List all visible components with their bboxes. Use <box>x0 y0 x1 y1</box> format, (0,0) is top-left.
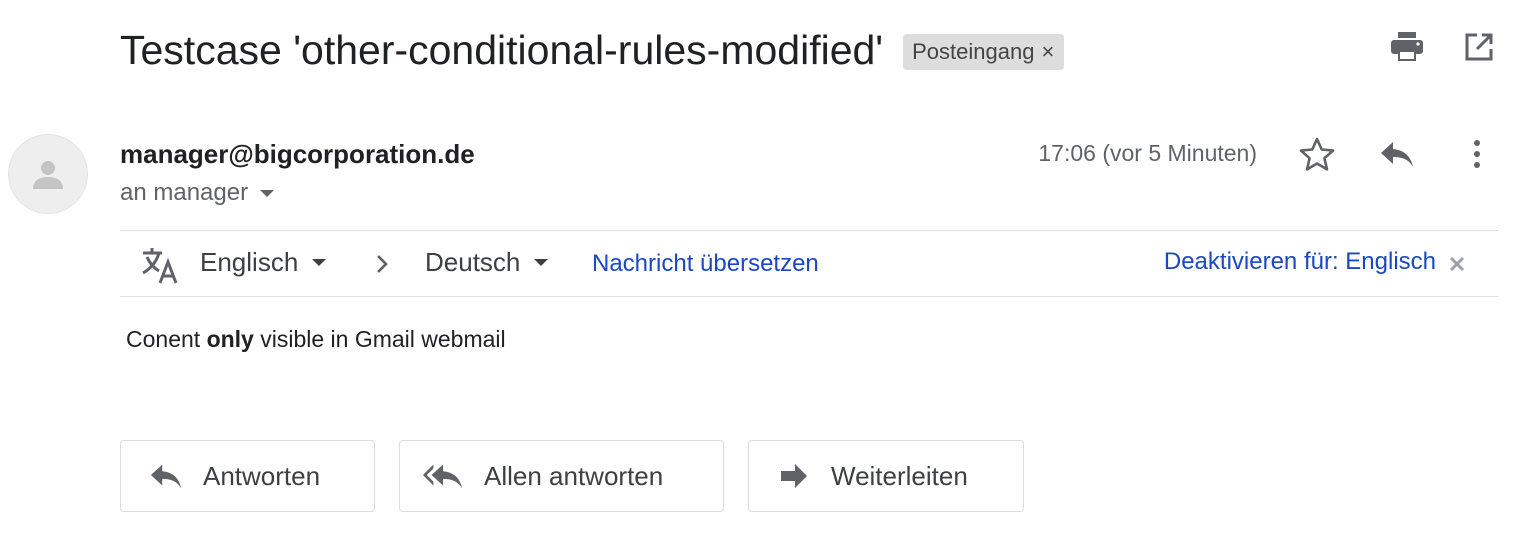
more-vert-icon[interactable] <box>1454 134 1500 174</box>
disable-translation-link[interactable]: Deaktivieren für: Englisch <box>1164 248 1436 276</box>
reply-icon[interactable] <box>1374 134 1420 174</box>
source-language-label: Englisch <box>200 247 299 277</box>
chevron-down-icon <box>312 259 327 266</box>
reply-button-label: Antworten <box>203 460 321 491</box>
sender-address: manager@bigcorporation.de <box>120 139 475 169</box>
inbox-label-chip[interactable]: Posteingang × <box>903 34 1065 70</box>
email-subject: Testcase 'other-conditional-rules-modifi… <box>120 26 884 73</box>
reply-all-button-label: Allen antworten <box>484 460 664 491</box>
star-icon[interactable] <box>1294 134 1340 174</box>
recipient-line: an manager <box>120 179 275 207</box>
subject-row: Testcase 'other-conditional-rules-modifi… <box>120 24 1065 76</box>
avatar <box>8 134 88 214</box>
forward-icon <box>777 459 811 493</box>
message-body: Conent only visible in Gmail webmail <box>126 326 506 353</box>
reply-all-button[interactable]: Allen antworten <box>399 440 724 512</box>
forward-button-label: Weiterleiten <box>831 460 968 491</box>
body-text-end: visible in Gmail webmail <box>253 326 506 352</box>
translation-bar: Englisch Deutsch Nachricht übersetzen De… <box>120 230 1498 297</box>
target-language-select[interactable]: Deutsch <box>425 247 549 278</box>
chevron-down-icon <box>534 259 549 266</box>
body-text-bold: only <box>206 326 254 352</box>
translate-icon <box>142 248 178 284</box>
chevron-right-icon <box>377 255 388 273</box>
message-actions <box>1294 134 1500 174</box>
recipient-text: an manager <box>120 179 249 206</box>
source-language-select[interactable]: Englisch <box>200 247 327 278</box>
print-icon[interactable] <box>1390 30 1424 64</box>
reply-all-icon <box>422 459 464 493</box>
reply-icon <box>149 459 183 493</box>
close-icon[interactable] <box>1446 253 1468 275</box>
person-icon <box>33 161 63 189</box>
open-new-window-icon[interactable] <box>1462 30 1496 64</box>
body-text-start: Conent <box>126 326 207 352</box>
reply-button[interactable]: Antworten <box>120 440 375 512</box>
message-time: 17:06 (vor 5 Minuten) <box>1038 140 1257 166</box>
remove-label-button[interactable]: × <box>1041 39 1054 65</box>
label-text: Posteingang <box>912 39 1035 64</box>
recipient-details-dropdown-icon[interactable] <box>260 189 275 197</box>
target-language-label: Deutsch <box>425 247 521 277</box>
forward-button[interactable]: Weiterleiten <box>748 440 1024 512</box>
subject-actions <box>1390 30 1496 64</box>
translate-message-link[interactable]: Nachricht übersetzen <box>592 250 819 278</box>
